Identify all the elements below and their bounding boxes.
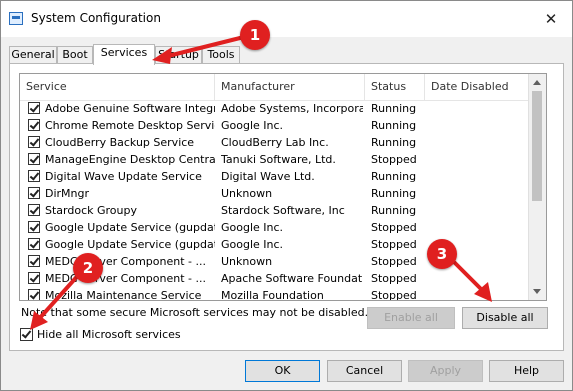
cell-manufacturer: Tanuki Software, Ltd. — [221, 153, 336, 166]
cell-service: ManageEngine Desktop Central ... — [45, 153, 215, 166]
column-header-status[interactable]: Status — [365, 74, 425, 100]
system-configuration-icon — [9, 12, 23, 25]
cancel-button[interactable]: Cancel — [327, 360, 402, 382]
cell-service: Digital Wave Update Service — [45, 170, 202, 183]
annotation-badge-1: 1 — [240, 20, 270, 50]
table-row[interactable]: Google Update Service (gupdate) Google In… — [20, 219, 530, 236]
tab-services[interactable]: Services — [93, 44, 155, 65]
table-row[interactable]: Adobe Genuine Software Integri... Adobe S… — [20, 100, 530, 117]
cell-service: MEDC Server Component - ... — [45, 272, 206, 285]
cell-manufacturer: Unknown — [221, 187, 273, 200]
cell-service: Adobe Genuine Software Integri... — [45, 102, 215, 115]
service-checkbox[interactable] — [28, 238, 40, 250]
table-row[interactable]: CloudBerry Backup Service CloudBerry Lab … — [20, 134, 530, 151]
column-header-date-disabled[interactable]: Date Disabled — [425, 74, 530, 100]
help-button[interactable]: Help — [489, 360, 564, 382]
close-icon[interactable]: ✕ — [540, 8, 562, 30]
disable-all-button[interactable]: Disable all — [462, 307, 548, 329]
cell-status: Running — [371, 136, 417, 149]
cell-manufacturer: Google Inc. — [221, 221, 284, 234]
cell-manufacturer: Stardock Software, Inc — [221, 204, 345, 217]
cell-status: Stopped — [371, 255, 417, 268]
hide-microsoft-services-checkbox[interactable] — [20, 328, 33, 341]
cell-manufacturer: Mozilla Foundation — [221, 289, 324, 301]
cell-status: Stopped — [371, 221, 417, 234]
cell-status: Stopped — [371, 272, 417, 285]
cell-service: Chrome Remote Desktop Service — [45, 119, 215, 132]
service-checkbox[interactable] — [28, 102, 40, 114]
ok-button[interactable]: OK — [245, 360, 320, 382]
cell-service: MEDC Server Component - ... — [45, 255, 206, 268]
scroll-up-icon[interactable] — [533, 80, 541, 85]
list-header: Service Manufacturer Status Date Disable… — [20, 74, 530, 101]
cell-service: Stardock Groupy — [45, 204, 137, 217]
cell-manufacturer: CloudBerry Lab Inc. — [221, 136, 329, 149]
cell-status: Running — [371, 119, 417, 132]
window-title: System Configuration — [31, 11, 161, 25]
tab-startup[interactable]: Startup — [155, 46, 202, 63]
table-row[interactable]: DirMngr Unknown Running — [20, 185, 530, 202]
tab-tools[interactable]: Tools — [202, 46, 240, 63]
cell-service: Mozilla Maintenance Service — [45, 289, 202, 301]
annotation-badge-3: 3 — [427, 239, 457, 269]
service-checkbox[interactable] — [28, 119, 40, 131]
cell-manufacturer: Adobe Systems, Incorpora... — [221, 102, 363, 115]
scroll-down-icon[interactable] — [533, 289, 541, 294]
table-row[interactable]: Stardock Groupy Stardock Software, Inc Run… — [20, 202, 530, 219]
annotation-badge-2: 2 — [73, 253, 103, 283]
title-bar: System Configuration ✕ — [1, 1, 572, 37]
table-row[interactable]: Chrome Remote Desktop Service Google Inc.… — [20, 117, 530, 134]
table-row[interactable]: Digital Wave Update Service Digital Wave … — [20, 168, 530, 185]
service-checkbox[interactable] — [28, 153, 40, 165]
cell-manufacturer: Unknown — [221, 255, 273, 268]
cell-manufacturer: Digital Wave Ltd. — [221, 170, 315, 183]
service-checkbox[interactable] — [28, 221, 40, 233]
hide-microsoft-services-label[interactable]: Hide all Microsoft services — [37, 328, 181, 341]
cell-status: Stopped — [371, 153, 417, 166]
tab-general[interactable]: General — [9, 46, 57, 63]
cell-status: Running — [371, 102, 417, 115]
cell-status: Stopped — [371, 238, 417, 251]
cell-status: Stopped — [371, 289, 417, 301]
note-text: Note that some secure Microsoft services… — [21, 306, 369, 319]
system-configuration-window: System Configuration ✕ General Boot Serv… — [0, 0, 573, 391]
enable-all-button[interactable]: Enable all — [367, 307, 455, 329]
column-header-manufacturer[interactable]: Manufacturer — [215, 74, 365, 100]
table-row[interactable]: Mozilla Maintenance Service Mozilla Found… — [20, 287, 530, 301]
cell-service: DirMngr — [45, 187, 90, 200]
service-checkbox[interactable] — [28, 136, 40, 148]
apply-button[interactable]: Apply — [408, 360, 483, 382]
cell-service: Google Update Service (gupdatem) — [45, 238, 215, 251]
service-checkbox[interactable] — [28, 170, 40, 182]
column-header-service[interactable]: Service — [20, 74, 215, 100]
scroll-thumb[interactable] — [532, 91, 542, 201]
cell-status: Running — [371, 187, 417, 200]
cell-manufacturer: Google Inc. — [221, 238, 284, 251]
table-row[interactable]: ManageEngine Desktop Central ... Tanuki S… — [20, 151, 530, 168]
cell-service: CloudBerry Backup Service — [45, 136, 195, 149]
service-checkbox[interactable] — [28, 187, 40, 199]
service-checkbox[interactable] — [28, 204, 40, 216]
cell-status: Running — [371, 170, 417, 183]
service-checkbox[interactable] — [28, 289, 40, 300]
service-checkbox[interactable] — [28, 255, 40, 267]
service-checkbox[interactable] — [28, 272, 40, 284]
cell-status: Running — [371, 204, 417, 217]
vertical-scrollbar[interactable] — [528, 74, 546, 300]
cell-manufacturer: Apache Software Foundation — [221, 272, 363, 285]
cell-service: Google Update Service (gupdate) — [45, 221, 215, 234]
cell-manufacturer: Google Inc. — [221, 119, 284, 132]
tab-boot[interactable]: Boot — [57, 46, 93, 63]
